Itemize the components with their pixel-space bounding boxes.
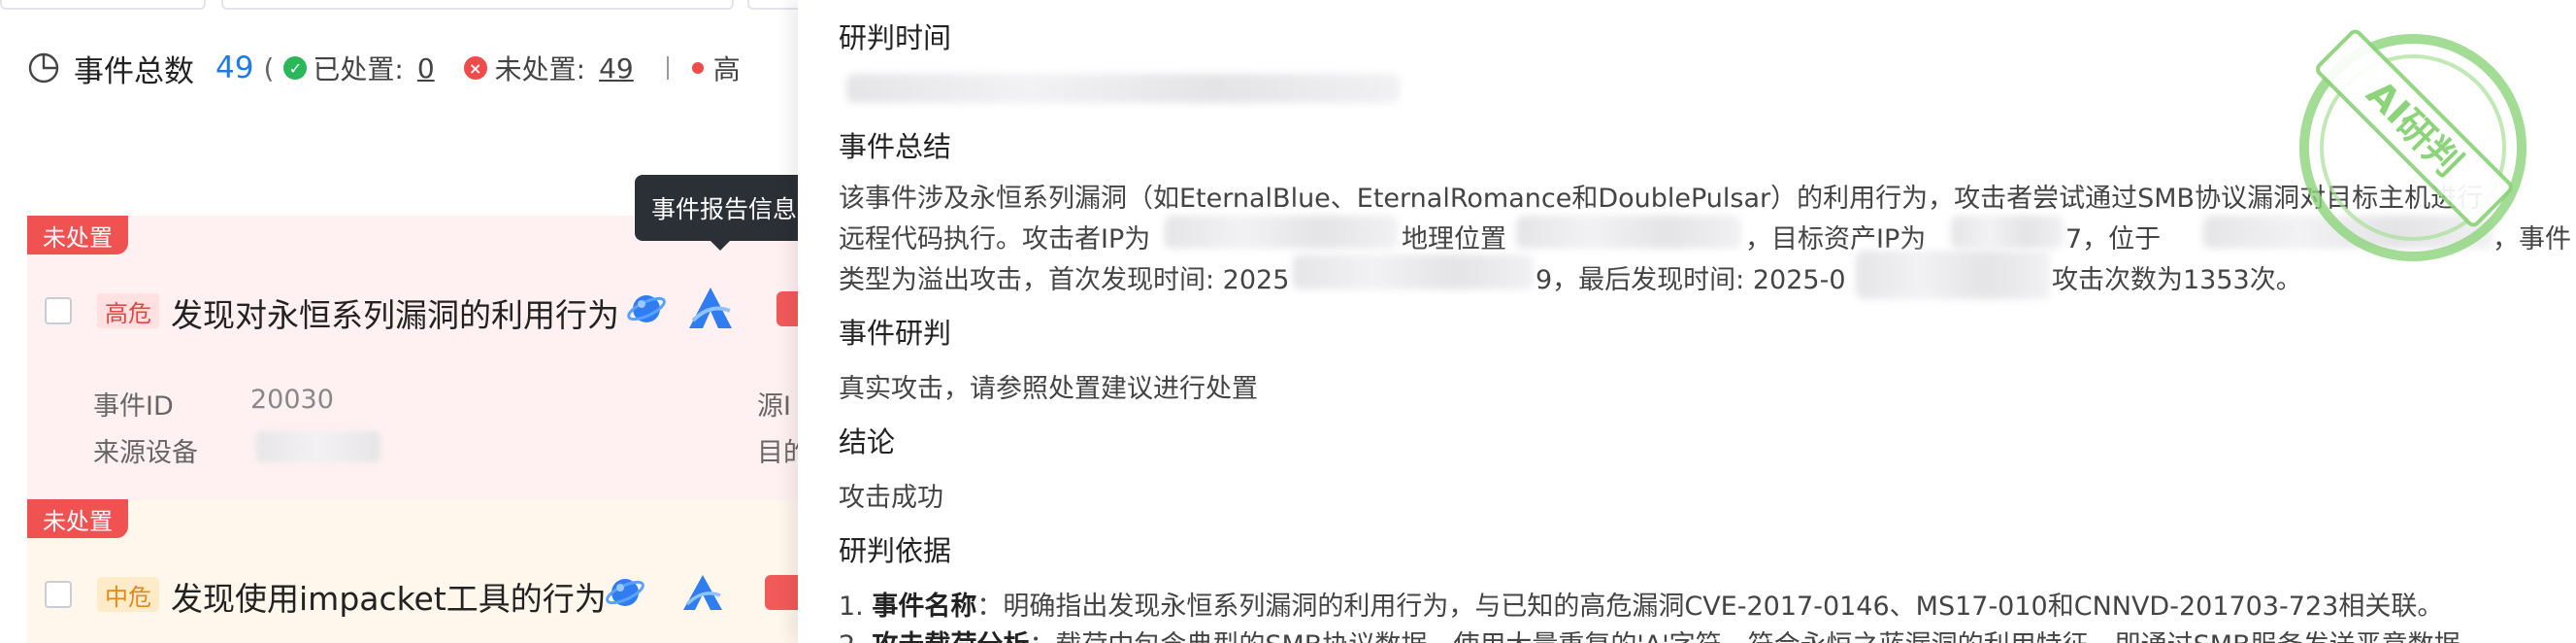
basis-section-title: 研判依据 [839, 534, 952, 567]
event-id-label: 事件ID [93, 391, 174, 422]
tooltip-arrow [710, 241, 730, 251]
basis-item-1: 1. 事件名称：明确指出发现永恒系列漏洞的利用行为，与已知的高危漏洞CVE-20… [839, 585, 2443, 623]
event-report-drawer: 研判时间 事件总结 该事件涉及永恒系列漏洞（如EternalBlue、Etern… [798, 0, 2576, 643]
error-circle-icon: × [463, 56, 487, 80]
basis-item-2: 2. 攻击载荷分析：载荷中包含典型的SMB协议数据，使用大量重复的'A'字符，符… [839, 624, 2460, 643]
dest-label: 目的 [757, 438, 798, 468]
high-dot-icon [691, 62, 704, 74]
select-checkbox[interactable] [45, 297, 72, 324]
globe-icon[interactable] [623, 286, 670, 332]
summary-line-3b: 9，最后发现时间: 2025-0 [1536, 265, 1846, 295]
check-circle-icon: ✓ [283, 56, 308, 80]
select-checkbox[interactable] [45, 581, 72, 608]
summary-line-1: 该事件涉及永恒系列漏洞（如EternalBlue、EternalRomance和… [839, 184, 2484, 214]
source-device-label: 来源设备 [93, 438, 198, 468]
level-tag: 中危 [97, 577, 159, 612]
research-section-title: 事件研判 [839, 317, 952, 350]
summary-line-3c: 攻击次数为1353次。 [2052, 265, 2302, 295]
basis-key: 攻击载荷分析 [872, 630, 1029, 643]
tooltip: 事件报告信息 [635, 175, 798, 241]
judge-time-title: 研判时间 [839, 21, 952, 54]
unhandled-count[interactable]: 49 [599, 52, 634, 85]
handled-count[interactable]: 0 [417, 52, 435, 85]
summary-section-title: 事件总结 [839, 130, 952, 163]
event-title[interactable]: 发现使用impacket工具的行为 [171, 573, 607, 620]
filter-box[interactable] [221, 0, 734, 10]
basis-text: ：明确指出发现永恒系列漏洞的利用行为，与已知的高危漏洞CVE-2017-0146… [976, 592, 2444, 622]
event-title[interactable]: 发现对永恒系列漏洞的利用行为 [171, 289, 619, 336]
level-tag: 高危 [97, 293, 159, 328]
redacted-first-time [1293, 254, 1534, 289]
status-badge: 未处置 [27, 499, 128, 538]
ai-report-icon[interactable] [683, 282, 738, 336]
divider [666, 56, 669, 80]
summary-line-2b: 地理位置 [1402, 224, 1506, 254]
redacted-last-time [1856, 251, 2050, 299]
event-id-value: 20030 [250, 385, 334, 415]
globe-icon[interactable] [602, 569, 648, 616]
ai-report-icon[interactable] [679, 569, 726, 616]
pie-chart-icon [28, 52, 59, 84]
redacted-target-ip [1951, 216, 2064, 249]
research-text: 真实攻击，请参照处置建议进行处置 [839, 374, 1258, 404]
ai-judgement-stamp: AI研判 [2299, 29, 2526, 261]
event-list-panel: 事件总数 49 ( ✓ 已处置: 0 × 未处置: 49 高 未处置 高危 发现… [0, 0, 798, 643]
conclusion-text: 攻击成功 [839, 483, 943, 513]
redacted-value [256, 431, 380, 462]
status-badge: 未处置 [27, 216, 128, 254]
high-label: 高 [712, 53, 741, 85]
event-summary: 事件总数 49 ( ✓ 已处置: 0 × 未处置: 49 高 [27, 47, 741, 89]
redacted-location [1516, 216, 1741, 249]
source-ip-label: 源I [757, 391, 791, 422]
redacted-time [846, 74, 1400, 103]
conclusion-section-title: 结论 [839, 425, 896, 458]
basis-num: 1. [839, 592, 864, 622]
filter-box[interactable] [747, 0, 798, 10]
handled-label: 已处置: [313, 53, 404, 85]
total-count[interactable]: 49 [215, 51, 253, 85]
unhandled-label: 未处置: [494, 53, 586, 85]
pdf-icon[interactable] [761, 569, 798, 616]
summary-title: 事件总数 [74, 53, 194, 89]
pdf-icon[interactable] [775, 286, 798, 332]
redacted-attacker-ip [1165, 216, 1398, 249]
summary-line-2a: 远程代码执行。攻击者IP为 [839, 224, 1151, 254]
basis-text: ：载荷中包含典型的SMB协议数据，使用大量重复的'A'字符，符合永恒之蓝漏洞的利… [1029, 630, 2460, 643]
paren-open: ( [263, 51, 275, 85]
summary-line-2d: 7，位于 [2065, 224, 2162, 254]
basis-num: 2. [839, 630, 864, 643]
filter-bar-remnant [0, 0, 798, 12]
basis-key: 事件名称 [872, 592, 977, 622]
event-card[interactable]: 未处置 中危 发现使用impacket工具的行为 [27, 499, 798, 643]
event-card[interactable]: 未处置 高危 发现对永恒系列漏洞的利用行为 事件ID 20030 来源设备 源I… [27, 216, 798, 499]
summary-line-3a: 类型为溢出攻击，首次发现时间: 2025 [839, 265, 1290, 295]
filter-box[interactable] [0, 0, 206, 10]
